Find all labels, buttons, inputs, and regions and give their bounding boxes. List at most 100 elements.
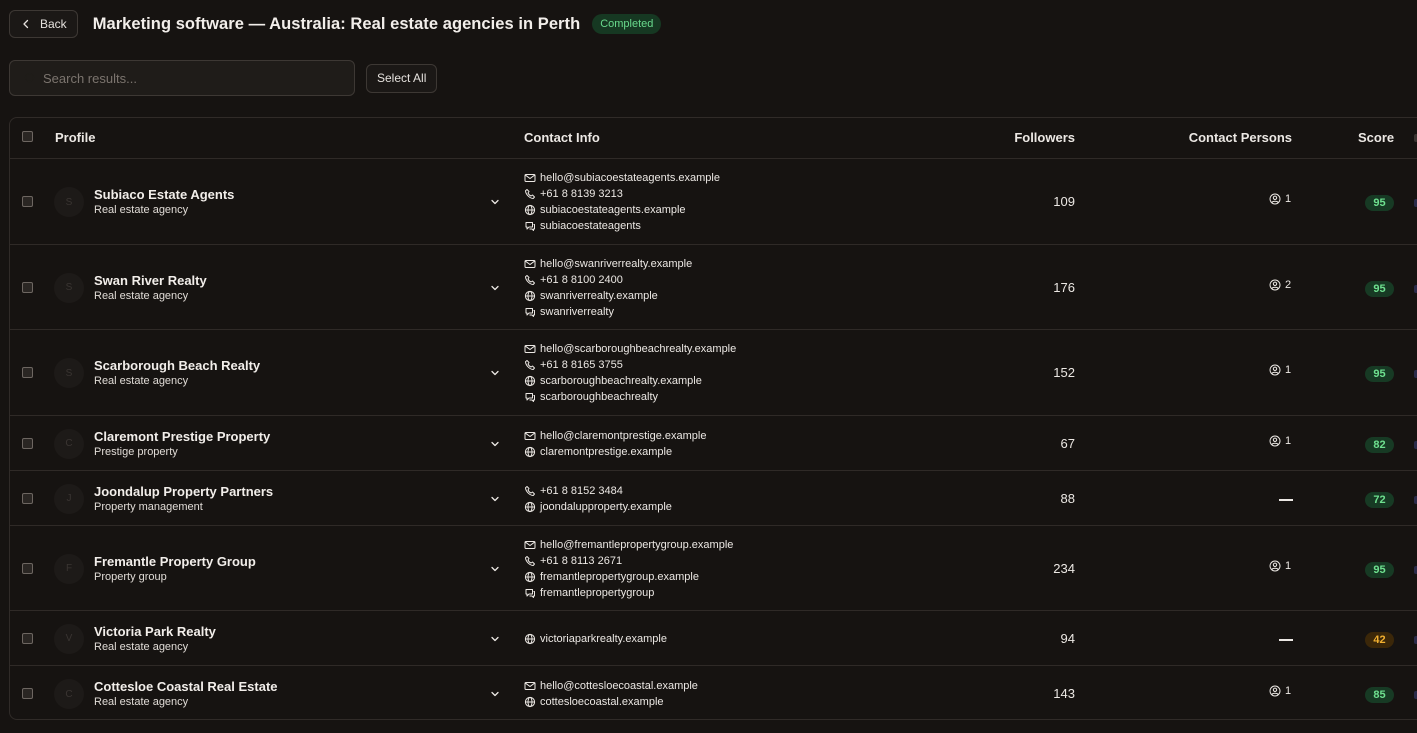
row-checkbox[interactable] <box>22 492 33 504</box>
table-row[interactable]: S Subiaco Estate Agents Real estate agency… <box>10 158 1417 244</box>
contact-line[interactable]: hello@subiacoestateagents.example <box>524 170 720 186</box>
profile-name[interactable]: Fremantle Property Group <box>94 554 256 569</box>
contact-persons-count: 2 <box>1285 278 1292 291</box>
user-circle-icon <box>1269 193 1281 205</box>
contact-line[interactable]: fremantlepropertygroup <box>524 585 733 601</box>
globe-icon <box>524 204 536 216</box>
contact-line[interactable]: hello@cottesloecoastal.example <box>524 678 698 694</box>
profile-name[interactable]: Victoria Park Realty <box>94 624 216 639</box>
contact-persons[interactable]: 1 <box>1269 193 1291 205</box>
contact-text: +61 8 8100 2400 <box>540 273 623 286</box>
contact-line[interactable]: claremontprestige.example <box>524 444 706 460</box>
row-checkbox[interactable] <box>22 437 33 449</box>
row-checkbox[interactable] <box>22 281 33 293</box>
contact-persons-count: 1 <box>1285 434 1292 447</box>
back-button[interactable]: Back <box>9 10 78 38</box>
contact-line[interactable]: +61 8 8113 2671 <box>524 553 733 569</box>
table-row[interactable]: J Joondalup Property Partners Property man… <box>10 470 1417 525</box>
search-input[interactable] <box>10 61 354 95</box>
contact-persons[interactable]: 1 <box>1269 364 1291 376</box>
select-all-button[interactable]: Select All <box>366 63 438 93</box>
avatar: C <box>54 428 84 459</box>
top-bar: Back Marketing software — Australia: Rea… <box>9 10 662 38</box>
profile-name[interactable]: Cottesloe Coastal Real Estate <box>94 679 278 694</box>
back-button-label: Back <box>40 17 67 31</box>
contact-line[interactable]: hello@claremontprestige.example <box>524 428 706 444</box>
avatar: S <box>54 358 84 388</box>
contact-text: subiacoestateagents <box>540 220 641 232</box>
followers-count: 152 <box>1053 365 1075 380</box>
contact-line[interactable]: victoriaparkrealty.example <box>524 631 667 647</box>
contact-line[interactable]: subiacoestateagents <box>524 218 720 234</box>
chevron-down-icon[interactable] <box>490 689 500 699</box>
profile-type: Real estate agency <box>94 696 189 708</box>
contact-line[interactable]: hello@swanriverrealty.example <box>524 256 692 272</box>
followers-count: 67 <box>1060 435 1075 451</box>
chat-icon <box>525 588 535 598</box>
chat-icon <box>525 307 535 317</box>
contact-info: hello@claremontprestige.example claremont… <box>524 428 706 460</box>
profile-name[interactable]: Joondalup Property Partners <box>94 484 273 499</box>
contact-persons-count: 1 <box>1285 685 1292 697</box>
chevron-down-icon[interactable] <box>490 197 500 207</box>
contact-line[interactable]: cottesloecoastal.example <box>524 694 698 710</box>
mail-icon <box>524 682 536 690</box>
row-checkbox[interactable] <box>22 196 33 207</box>
contact-line[interactable]: joondalupproperty.example <box>524 499 672 515</box>
row-checkbox[interactable] <box>22 632 33 644</box>
row-checkbox[interactable] <box>22 688 33 699</box>
profile-name[interactable]: Claremont Prestige Property <box>94 429 270 444</box>
contact-persons[interactable]: 1 <box>1269 685 1291 697</box>
column-contact-persons: Contact Persons <box>1188 130 1292 145</box>
row-checkbox[interactable] <box>22 367 33 378</box>
followers-count: 109 <box>1053 194 1075 209</box>
select-all-checkbox[interactable] <box>22 131 33 142</box>
contact-line[interactable]: +61 8 8165 3755 <box>524 357 736 373</box>
profile-name[interactable]: Scarborough Beach Realty <box>94 358 260 373</box>
contact-line[interactable]: +61 8 8100 2400 <box>524 272 692 288</box>
contact-text: +61 8 8165 3755 <box>540 359 623 371</box>
contact-line[interactable]: scarboroughbeachrealty <box>524 389 736 405</box>
chevron-down-icon[interactable] <box>490 368 500 378</box>
chevron-down-icon[interactable] <box>490 439 500 449</box>
contact-text: hello@cottesloecoastal.example <box>540 680 698 692</box>
no-contact-persons <box>1279 638 1293 641</box>
chevron-down-icon[interactable] <box>490 494 500 504</box>
contact-line[interactable]: subiacoestateagents.example <box>524 202 720 218</box>
contact-line[interactable]: fremantlepropertygroup.example <box>524 569 733 585</box>
profile-name[interactable]: Swan River Realty <box>94 273 207 288</box>
followers-count: 94 <box>1060 630 1075 646</box>
table-row[interactable]: C Claremont Prestige Property Prestige pro… <box>10 415 1417 470</box>
chevron-down-icon[interactable] <box>490 634 500 644</box>
chevron-down-icon[interactable] <box>490 564 500 574</box>
contact-line[interactable]: swanriverrealty <box>524 304 692 320</box>
contact-persons[interactable]: 1 <box>1269 435 1291 447</box>
table-row[interactable]: S Swan River Realty Real estate agency hell… <box>10 244 1417 329</box>
avatar: C <box>54 679 84 709</box>
table-row[interactable]: F Fremantle Property Group Property group h… <box>10 525 1417 610</box>
contact-line[interactable]: scarboroughbeachrealty.example <box>524 373 736 389</box>
profile-name[interactable]: Subiaco Estate Agents <box>94 187 234 202</box>
user-circle-icon <box>1269 560 1281 571</box>
contact-persons[interactable]: 1 <box>1269 560 1291 572</box>
contact-line[interactable]: hello@fremantlepropertygroup.example <box>524 537 733 553</box>
contact-persons-count: 1 <box>1285 364 1292 376</box>
profile-type: Real estate agency <box>94 204 189 216</box>
avatar: V <box>54 623 84 654</box>
row-checkbox[interactable] <box>22 562 33 574</box>
contact-line[interactable]: swanriverrealty.example <box>524 288 692 304</box>
contact-persons-count: 1 <box>1285 559 1292 572</box>
contact-text: swanriverrealty <box>540 305 614 318</box>
contact-persons[interactable]: 2 <box>1269 279 1291 291</box>
mail-icon <box>524 345 536 353</box>
table-row[interactable]: C Cottesloe Coastal Real Estate Real estat… <box>10 665 1417 719</box>
contact-line[interactable]: hello@scarboroughbeachrealty.example <box>524 341 736 357</box>
profile-type: Prestige property <box>94 445 178 458</box>
chevron-down-icon[interactable] <box>490 283 500 293</box>
score-badge: 82 <box>1365 436 1394 453</box>
profile-type: Real estate agency <box>94 375 189 387</box>
contact-line[interactable]: +61 8 8139 3213 <box>524 186 720 202</box>
table-row[interactable]: V Victoria Park Realty Real estate agency v… <box>10 610 1417 665</box>
table-row[interactable]: S Scarborough Beach Realty Real estate age… <box>10 329 1417 415</box>
contact-line[interactable]: +61 8 8152 3484 <box>524 483 672 499</box>
